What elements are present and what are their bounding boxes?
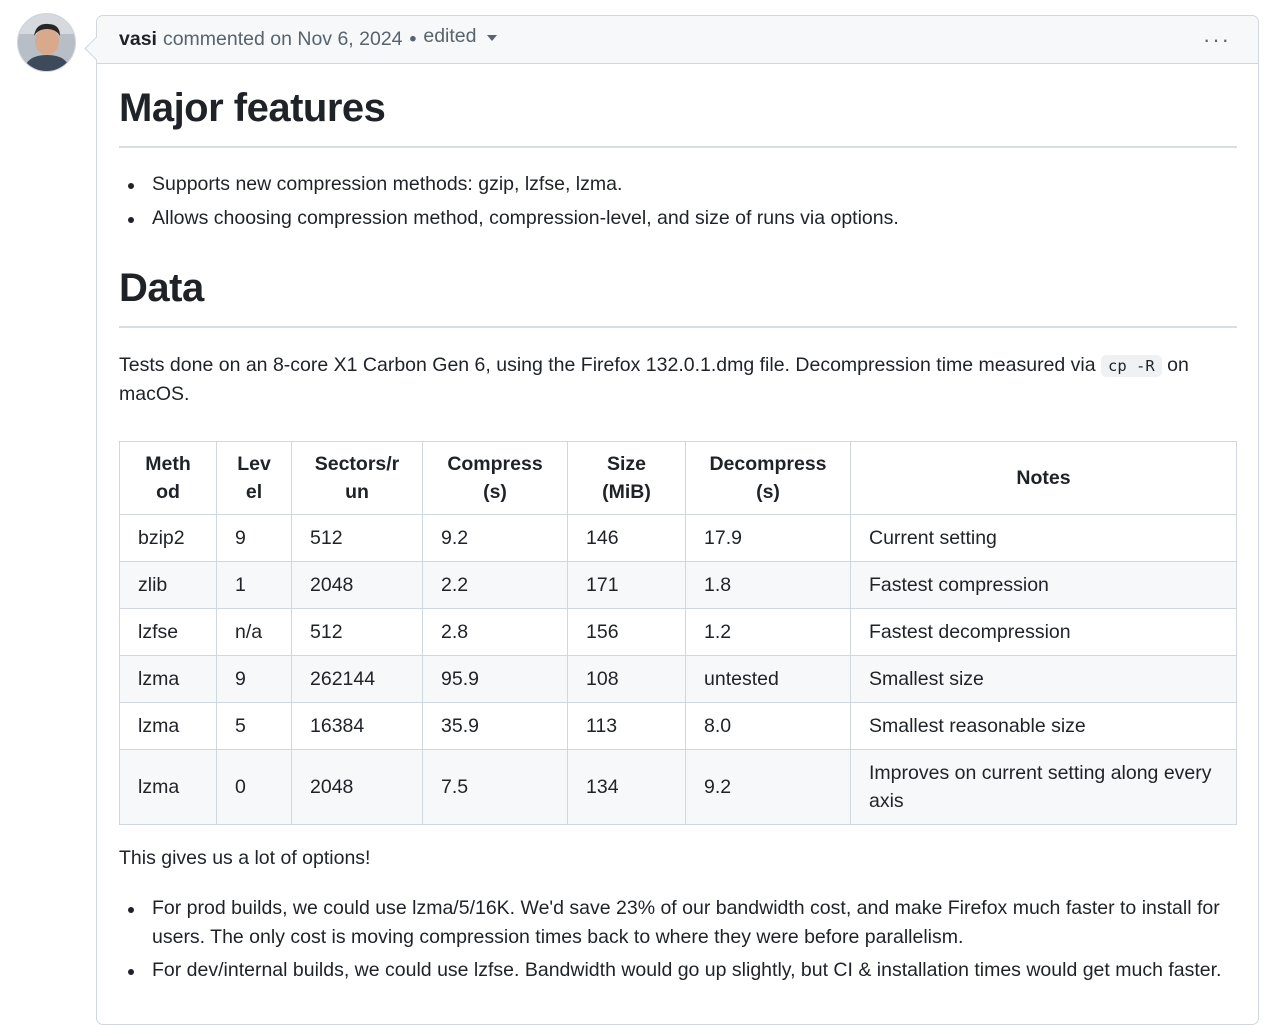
avatar[interactable] [17, 13, 76, 72]
tests-paragraph: Tests done on an 8-core X1 Carbon Gen 6,… [119, 351, 1237, 408]
table-cell: Current setting [850, 514, 1237, 562]
comment-timestamp[interactable]: commented on Nov 6, 2024 [163, 28, 403, 51]
table-header-cell: Sectors/r un [291, 441, 423, 515]
table-row: zlib 1 2048 2.2 171 1.8 Fastest compression [119, 561, 1237, 609]
header-line: (s) [483, 481, 507, 503]
table-cell: 171 [567, 561, 686, 609]
table-header-cell: Meth od [119, 441, 217, 515]
header-line: Lev [237, 453, 271, 475]
header-line: un [345, 481, 369, 503]
table-row: lzma 0 2048 7.5 134 9.2 Improves on current se… [119, 749, 1237, 825]
table-cell: Smallest reasonable size [850, 702, 1237, 750]
heading-text: Data [119, 266, 204, 310]
features-list: Supports new compression methods: gzip, … [119, 170, 1237, 238]
list-item: For prod builds, we could use lzma/5/16K… [119, 894, 1237, 952]
heading-divider [119, 146, 1237, 148]
heading-data: Data [119, 266, 1237, 328]
header-line: Decompress [709, 453, 827, 475]
table-cell: n/a [216, 608, 292, 656]
table-cell: zlib [119, 561, 217, 609]
table-cell: 1 [216, 561, 292, 609]
comment-box: vasi commented on Nov 6, 2024 • edited ·… [84, 15, 1259, 1025]
table-cell: 9 [216, 514, 292, 562]
table-cell: 2048 [291, 749, 423, 825]
heading-major-features: Major features [119, 86, 1237, 148]
table-cell: 512 [291, 608, 423, 656]
header-line: od [156, 481, 180, 503]
table-cell: lzma [119, 702, 217, 750]
header-line: (MiB) [602, 481, 651, 503]
table-row: bzip2 9 512 9.2 146 17.9 Current setting [119, 514, 1237, 562]
table-header-cell: Decompress (s) [685, 441, 851, 515]
separator-dot: • [409, 28, 417, 50]
list-item: For dev/internal builds, we could use lz… [119, 956, 1237, 985]
table-row: lzma 5 16384 35.9 113 8.0 Smallest reasonable … [119, 702, 1237, 750]
table-cell: lzma [119, 749, 217, 825]
table-row: lzfse n/a 512 2.8 156 1.2 Fastest decompressio… [119, 608, 1237, 656]
table-cell: 0 [216, 749, 292, 825]
chevron-down-icon [487, 35, 498, 41]
table-cell: 262144 [291, 655, 423, 703]
table-row: lzma 9 262144 95.9 108 untested Smallest size [119, 655, 1237, 703]
list-item: Supports new compression methods: gzip, … [119, 170, 1237, 199]
table-cell: 2.2 [422, 561, 568, 609]
table-cell: 9 [216, 655, 292, 703]
table-cell: 17.9 [685, 514, 851, 562]
table-cell: 95.9 [422, 655, 568, 703]
author-link[interactable]: vasi [119, 28, 157, 51]
table-cell: 35.9 [422, 702, 568, 750]
heading-divider [119, 326, 1237, 328]
table-cell: Fastest decompression [850, 608, 1237, 656]
table-cell: 113 [567, 702, 686, 750]
table-cell: 8.0 [685, 702, 851, 750]
heading-text: Major features [119, 86, 386, 130]
edited-dropdown[interactable]: edited [423, 25, 498, 48]
table-header-cell: Size (MiB) [567, 441, 686, 515]
table-cell: 9.2 [422, 514, 568, 562]
table-cell: lzfse [119, 608, 217, 656]
header-line: Notes [1016, 467, 1071, 489]
table-cell: lzma [119, 655, 217, 703]
inline-code: cp -R [1101, 355, 1162, 377]
table-cell: 134 [567, 749, 686, 825]
results-table: Meth od Lev el Sectors/r un Compress (s) Size (Mi… [119, 441, 1237, 825]
options-paragraph: This gives us a lot of options! [119, 847, 371, 869]
table-cell: 512 [291, 514, 423, 562]
table-cell: 16384 [291, 702, 423, 750]
edited-label: edited [423, 25, 477, 47]
table-cell: Fastest compression [850, 561, 1237, 609]
table-cell: untested [685, 655, 851, 703]
table-cell: 1.8 [685, 561, 851, 609]
table-body: bzip2 9 512 9.2 146 17.9 Current setting zlib 1 2… [119, 514, 1237, 825]
header-line: Size [606, 453, 647, 475]
table-header-cell: Lev el [216, 441, 292, 515]
table-cell: Improves on current setting along every … [850, 749, 1237, 825]
table-cell: 2.8 [422, 608, 568, 656]
header-line: Meth [145, 453, 191, 475]
table-cell: 108 [567, 655, 686, 703]
header-line: el [245, 481, 263, 503]
comment-header: vasi commented on Nov 6, 2024 • edited ·… [97, 16, 1258, 64]
avatar-image [18, 14, 75, 71]
table-header-row: Meth od Lev el Sectors/r un Compress (s) Size (Mi… [119, 441, 1237, 515]
options-list: For prod builds, we could use lzma/5/16K… [119, 894, 1237, 989]
tests-text: Tests done on an 8-core X1 Carbon Gen 6,… [119, 354, 1096, 376]
table-header-cell: Notes [850, 441, 1237, 515]
list-item: Allows choosing compression method, comp… [119, 204, 1237, 233]
table-cell: 146 [567, 514, 686, 562]
table-cell: 1.2 [685, 608, 851, 656]
header-line: Compress [447, 453, 543, 475]
table-cell: Smallest size [850, 655, 1237, 703]
table-cell: 2048 [291, 561, 423, 609]
header-line: Sectors/r [314, 453, 400, 475]
table-cell: 156 [567, 608, 686, 656]
table-cell: 9.2 [685, 749, 851, 825]
more-options-icon[interactable]: ··· [1203, 29, 1231, 51]
table-cell: 7.5 [422, 749, 568, 825]
table-header-cell: Compress (s) [422, 441, 568, 515]
table-cell: 5 [216, 702, 292, 750]
table-cell: bzip2 [119, 514, 217, 562]
header-line: (s) [756, 481, 780, 503]
